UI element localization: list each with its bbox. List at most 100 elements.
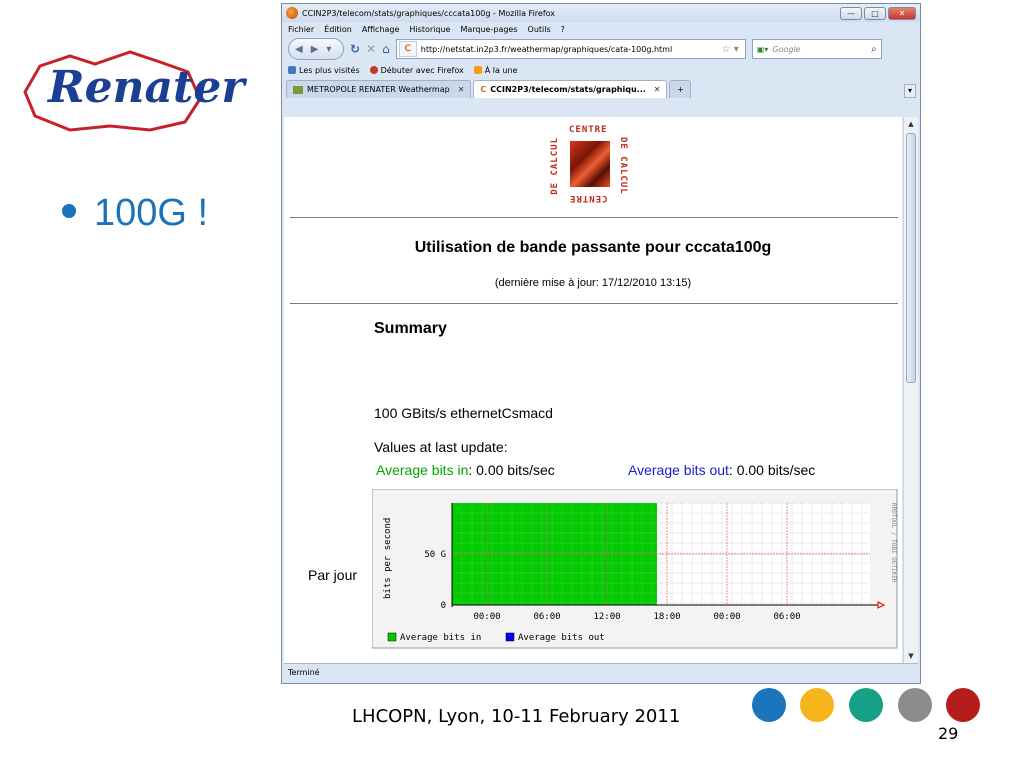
logo-word-top: CENTRE [569,125,608,135]
rss-icon [473,65,482,74]
bullet-dot-icon [62,203,76,218]
divider [290,303,898,304]
bullet-item: 100G ! [62,192,208,235]
x-tick-label: 00:00 [473,612,500,622]
avg-out-value: : 0.00 bits/sec [728,462,816,478]
menu-outils[interactable]: Outils [528,25,551,34]
title-bar: CCIN2P3/telecom/stats/graphiques/cccata1… [282,4,920,22]
y-axis-label: bits per second [383,518,393,599]
back-button[interactable]: ◀ [295,44,303,55]
maximize-button[interactable]: □ [864,6,886,20]
tab-graphiques[interactable]: C CCIN2P3/telecom/stats/graphiqu... ✕ [473,80,668,98]
navigation-toolbar: ◀ ▶ ▾ ↻ ✕ ⌂ 𝖢 http://netstat.in2p3.fr/we… [282,36,920,62]
cc-logo-image [570,141,610,187]
interface-description: 100 GBits/s ethernetCsmacd [374,405,553,421]
firefox-window: CCIN2P3/telecom/stats/graphiques/cccata1… [281,3,921,684]
values-label: Values at last update: [374,439,508,455]
firefox-icon [286,7,298,19]
y-tick-label: 0 [441,601,446,611]
bookmark-label: À la une [484,65,518,75]
bullet-text: 100G ! [94,192,209,234]
page-content: CENTRE DE CALCUL DE CALCUL CENTRE Utilis… [284,117,902,663]
avg-in-label: Average bits in [376,462,469,478]
tab-label: METROPOLE RENATER Weathermap [307,85,450,94]
tab-strip: METROPOLE RENATER Weathermap ✕ C CCIN2P3… [282,78,920,98]
red-circle-icon [946,688,980,722]
bandwidth-graph: 00:00 06:00 12:00 18:00 00:00 06:00 0 50 G bits … [372,489,898,649]
yellow-circle-icon [800,688,834,722]
logo-word-left: DE CALCUL [550,137,560,195]
y-tick-label: 50 G [424,550,446,560]
bookmark-getting-started[interactable]: Débuter avec Firefox [369,65,464,75]
renater-logo: Renater [10,44,245,134]
renater-logo-text: Renater [48,62,245,113]
menu-marque-pages[interactable]: Marque-pages [460,25,517,34]
forward-button[interactable]: ▶ [311,44,319,55]
minimize-button[interactable]: — [840,6,862,20]
page-title: Utilisation de bande passante pour cccat… [414,239,772,256]
history-dropdown-icon[interactable]: ▾ [326,44,331,55]
bookmark-label: Débuter avec Firefox [380,65,464,75]
summary-heading: Summary [374,320,447,337]
legend-label: Average bits out [518,633,605,643]
teal-circle-icon [849,688,883,722]
x-tick-label: 06:00 [533,612,560,622]
logo-word-right: DE CALCUL [618,137,628,195]
tab-weathermap[interactable]: METROPOLE RENATER Weathermap ✕ [286,80,472,98]
new-tab-button[interactable]: + [669,80,692,98]
close-window-button[interactable]: ✕ [888,6,916,20]
menu-edition[interactable]: Édition [324,25,352,34]
reload-button[interactable]: ↻ [350,42,360,56]
menu-help[interactable]: ? [561,25,565,34]
blue-circle-icon [752,688,786,722]
scroll-up-arrow-icon[interactable]: ▲ [904,117,918,131]
logo-word-bottom: CENTRE [569,193,608,203]
legend-swatch [387,632,397,642]
bookmark-star-icon[interactable]: ☆ ▾ [722,44,739,55]
menu-bar: Fichier Édition Affichage Historique Mar… [282,22,920,36]
menu-fichier[interactable]: Fichier [288,25,314,34]
search-bar[interactable]: ▣▾ Google ⌕ [751,39,882,59]
x-tick-label: 18:00 [653,612,680,622]
avg-in-value: : 0.00 bits/sec [468,462,555,478]
slide-page-number: 29 [938,724,959,743]
scroll-thumb[interactable] [906,133,916,383]
home-button[interactable]: ⌂ [382,42,390,56]
status-bar: Terminé [284,663,918,681]
divider [290,217,898,218]
site-identity-icon[interactable]: 𝖢 [398,41,417,57]
search-icon[interactable]: ⌕ [871,44,877,55]
bookmark-label: Les plus visités [299,65,360,75]
bookmark-headlines[interactable]: À la une [473,65,518,75]
cc-favicon: C [480,85,487,94]
last-update-text: (dernière mise à jour: 17/12/2010 13:15) [494,277,692,289]
tab-close-icon[interactable]: ✕ [458,85,465,94]
scroll-down-arrow-icon[interactable]: ▼ [904,649,918,663]
stop-button[interactable]: ✕ [366,42,376,56]
x-tick-label: 06:00 [773,612,800,622]
menu-historique[interactable]: Historique [409,25,450,34]
legend-label: Average bits in [400,633,481,643]
cc-in2p3-logo: CENTRE DE CALCUL DE CALCUL CENTRE [544,119,638,213]
tab-label: CCIN2P3/telecom/stats/graphiqu... [490,85,646,94]
rrdtool-credit: RRDTOOL / TOBI OETIKER [890,503,897,583]
search-placeholder[interactable]: Google [772,45,800,54]
grey-circle-icon [898,688,932,722]
slide-footer: LHCOPN, Lyon, 10-11 February 2011 [352,706,681,727]
bookmarks-toolbar: Les plus visités Débuter avec Firefox À … [282,62,920,78]
tab-close-icon[interactable]: ✕ [654,85,661,94]
menu-affichage[interactable]: Affichage [362,25,400,34]
row-label: Par jour [308,567,358,583]
avg-in-line: Average bits in: 0.00 bits/sec [376,462,555,478]
url-text[interactable]: http://netstat.in2p3.fr/weathermap/graph… [421,45,672,54]
firefox-small-icon [369,65,378,74]
tab-list-button[interactable]: ▾ [904,84,916,98]
bookmark-most-visited[interactable]: Les plus visités [288,65,360,75]
x-tick-label: 00:00 [713,612,740,622]
vertical-scrollbar[interactable]: ▲ ▼ [903,117,918,663]
google-engine-icon[interactable]: ▣▾ [757,45,769,54]
legend-swatch [505,632,515,642]
window-title: CCIN2P3/telecom/stats/graphiques/cccata1… [302,8,556,18]
url-bar[interactable]: 𝖢 http://netstat.in2p3.fr/weathermap/gra… [395,39,746,59]
weathermap-favicon [293,85,303,94]
